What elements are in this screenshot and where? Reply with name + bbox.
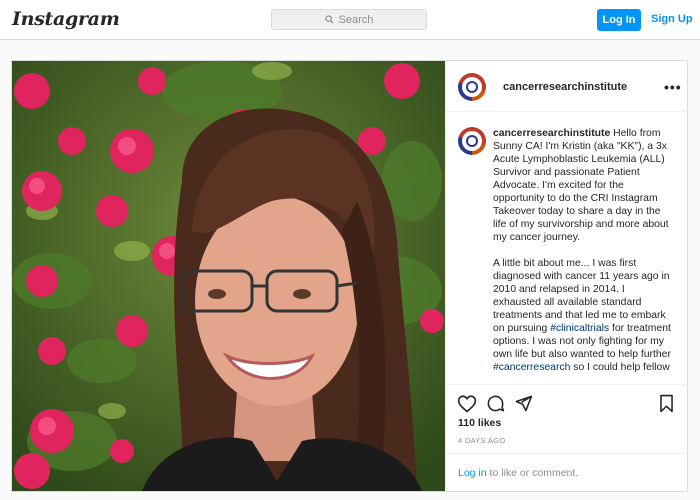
post-caption: cancerresearchinstitute Hello from Sunny… <box>493 127 673 374</box>
comment-icon[interactable] <box>486 394 505 413</box>
post-header: cancerresearchinstitute ••• <box>446 61 688 112</box>
caption-paragraph-2: A little bit about me... I was first dia… <box>493 257 673 374</box>
likes-count[interactable]: 110 likes <box>458 417 501 429</box>
caption-paragraph-1: cancerresearchinstitute Hello from Sunny… <box>493 127 673 244</box>
search-placeholder: Search <box>338 13 374 26</box>
share-icon[interactable] <box>514 394 533 413</box>
caption-text-1: Hello from Sunny CA! I'm Kristin (aka "K… <box>493 128 669 243</box>
signup-link[interactable]: Sign Up <box>651 13 693 25</box>
hashtag-clinicaltrials[interactable]: #clinicaltrials <box>550 323 609 334</box>
post-card: cancerresearchinstitute ••• cancerresear… <box>11 60 688 492</box>
post-timestamp[interactable]: 4 DAYS AGO <box>458 436 505 445</box>
top-nav-bar: Instagram Search Log In Sign Up <box>0 0 700 40</box>
caption-avatar[interactable] <box>458 127 486 155</box>
instagram-logo[interactable]: Instagram <box>12 8 120 30</box>
post-username[interactable]: cancerresearchinstitute <box>503 81 627 93</box>
login-button[interactable]: Log In <box>597 9 641 31</box>
search-icon <box>324 15 334 24</box>
caption-text-2c: so I could help fellow <box>570 362 670 373</box>
bookmark-icon[interactable] <box>658 394 675 413</box>
heart-icon[interactable] <box>457 394 477 413</box>
avatar[interactable] <box>458 73 486 101</box>
portrait-image <box>12 61 445 491</box>
more-options-icon[interactable]: ••• <box>664 79 682 95</box>
comment-prompt: Log in to like or comment. <box>446 453 688 491</box>
search-input[interactable]: Search <box>271 9 427 30</box>
post-side-panel: cancerresearchinstitute ••• cancerresear… <box>445 61 688 491</box>
comment-login-link[interactable]: Log in <box>458 467 487 479</box>
caption-username[interactable]: cancerresearchinstitute <box>493 128 610 139</box>
post-photo[interactable] <box>12 61 445 491</box>
post-actions <box>446 384 688 439</box>
comment-prompt-text: to like or comment. <box>486 467 579 479</box>
hashtag-cancerresearch[interactable]: #cancerresearch <box>493 362 570 373</box>
